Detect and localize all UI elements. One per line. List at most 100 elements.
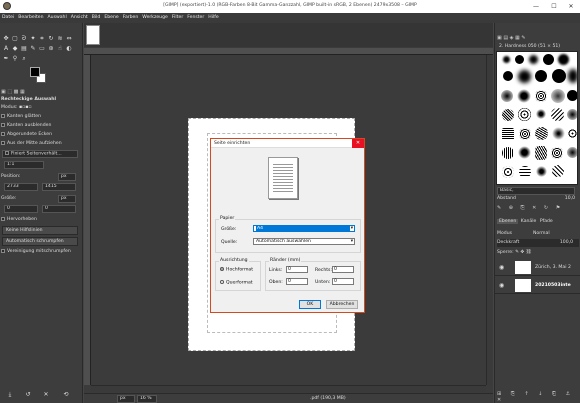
ok-button[interactable]: OK	[299, 300, 321, 309]
zoom-tool-icon[interactable]: ⌕	[20, 55, 28, 63]
menu-farben[interactable]: Farben	[121, 13, 141, 23]
horizontal-scrollbar[interactable]	[91, 385, 486, 392]
menu-hilfe[interactable]: Hilfe	[206, 13, 220, 23]
guides-select[interactable]: Keine Hilfslinien	[2, 226, 78, 235]
mode-icons[interactable]: ▪▫▪▫	[19, 105, 31, 110]
layer-row[interactable]: ◉ Zürich, 3. Mai 2	[495, 259, 580, 276]
restore-options-icon[interactable]: ↺	[24, 391, 32, 399]
right-margin-input[interactable]: 0	[332, 266, 354, 273]
flip-tool-icon[interactable]: ⇔	[65, 35, 73, 43]
tab-layers[interactable]: Ebenen	[497, 219, 519, 224]
eye-icon[interactable]: ◉	[499, 282, 504, 289]
reset-options-icon[interactable]: ⟲	[62, 391, 70, 399]
paper-source-value: Automatisch auswählen	[256, 239, 311, 244]
feather-checkbox[interactable]	[1, 122, 5, 127]
ratio-field[interactable]: 1:1	[4, 161, 44, 169]
menu-auswahl[interactable]: Auswahl	[46, 13, 69, 23]
brush-actions[interactable]: ✎ ⊕ ⎘ ✕ ↻ ⚑	[497, 205, 579, 212]
size-height-field[interactable]: 0	[42, 205, 76, 213]
brush-filter-field[interactable]: Basic,	[497, 187, 575, 195]
portrait-radio[interactable]	[220, 267, 224, 271]
dodge-tool-icon[interactable]: ◐	[65, 45, 73, 53]
color-picker-tool-icon[interactable]: ⚲	[11, 55, 19, 63]
dialog-close-icon[interactable]: ✕	[352, 139, 364, 148]
close-button[interactable]: ✕	[562, 0, 580, 13]
top-margin-input[interactable]: 0	[286, 278, 308, 285]
brush-grid[interactable]	[496, 51, 578, 185]
highlight-checkbox[interactable]	[1, 216, 5, 221]
shrink-merged-row[interactable]: Vereinigung mitschrumpfen	[1, 248, 81, 256]
menu-bearbeiten[interactable]: Bearbeiten	[16, 13, 45, 23]
landscape-option[interactable]: Querformat	[220, 280, 253, 286]
expand-center-row[interactable]: Aus der Mitte aufziehen	[1, 140, 81, 148]
antialias-checkbox[interactable]	[1, 113, 5, 118]
portrait-option[interactable]: Hochformat	[220, 267, 253, 273]
rect-select-tool-icon[interactable]: ▢	[11, 35, 19, 43]
position-y-field[interactable]: 1415	[42, 183, 76, 191]
vertical-scrollbar[interactable]	[486, 55, 492, 385]
layer-mode-value[interactable]: Normal	[533, 230, 550, 238]
eye-icon[interactable]: ◉	[499, 264, 504, 271]
gradient-tool-icon[interactable]: ▤	[20, 45, 28, 53]
spacing-row[interactable]: Abstand 10,0	[497, 196, 579, 203]
text-tool-icon[interactable]: A	[2, 45, 10, 53]
landscape-radio[interactable]	[220, 280, 224, 284]
warp-tool-icon[interactable]: ≋	[56, 35, 64, 43]
shrink-merged-label: Vereinigung mitschrumpfen	[7, 249, 71, 254]
menu-fenster[interactable]: Fenster	[185, 13, 206, 23]
bottom-margin-input[interactable]: 0	[332, 278, 354, 285]
menu-filter[interactable]: Filter	[170, 13, 185, 23]
menu-ansicht[interactable]: Ansicht	[69, 13, 90, 23]
image-tabs-bar	[84, 23, 493, 47]
size-width-field[interactable]: 0	[4, 205, 38, 213]
rounded-corners-row[interactable]: Abgerundete Ecken	[1, 131, 81, 139]
delete-options-icon[interactable]: ✕	[42, 391, 50, 399]
opacity-value[interactable]: 100,0	[560, 239, 573, 247]
smudge-tool-icon[interactable]: ☝	[56, 45, 64, 53]
source-label: Quelle:	[221, 240, 238, 245]
expand-center-checkbox[interactable]	[1, 140, 5, 145]
menu-datei[interactable]: Datei	[0, 13, 16, 23]
tab-paths[interactable]: Pfade	[539, 219, 554, 224]
tool-options-title: Rechteckige Auswahl	[1, 97, 57, 102]
menu-ebene[interactable]: Ebene	[102, 13, 120, 23]
shrink-merged-checkbox[interactable]	[1, 248, 5, 253]
crop-tool-icon[interactable]: ⌗	[38, 35, 46, 43]
maximize-button[interactable]: ☐	[545, 0, 563, 13]
auto-shrink-button[interactable]: Automatisch schrumpfen	[2, 237, 78, 246]
path-tool-icon[interactable]: ✒	[2, 55, 10, 63]
minimize-button[interactable]: —	[527, 0, 545, 13]
feather-row[interactable]: Kanten ausblenden	[1, 122, 81, 130]
image-thumbnail-tab[interactable]	[86, 25, 100, 45]
fuzzy-select-tool-icon[interactable]: ✦	[29, 35, 37, 43]
lasso-tool-icon[interactable]: ᘐ	[20, 35, 28, 43]
bucket-fill-tool-icon[interactable]: ◆	[11, 45, 19, 53]
highlight-row[interactable]: Hervorheben	[1, 216, 81, 224]
paper-size-select[interactable]: A4 ▾	[253, 225, 355, 232]
cancel-button[interactable]: Abbrechen	[326, 300, 358, 309]
move-tool-icon[interactable]: ✥	[2, 35, 10, 43]
layer-mode-row[interactable]: Modus Normal	[497, 230, 579, 238]
opacity-row[interactable]: Deckkraft 100,0	[497, 239, 579, 247]
rotate-tool-icon[interactable]: ↻	[47, 35, 55, 43]
paintbrush-tool-icon[interactable]: ✎	[29, 45, 37, 53]
eraser-tool-icon[interactable]: ▭	[38, 45, 46, 53]
save-options-icon[interactable]: ⤓	[6, 391, 14, 399]
menu-werkzeuge[interactable]: Werkzeuge	[140, 13, 170, 23]
rounded-corners-checkbox[interactable]	[1, 131, 5, 136]
position-x-field[interactable]: 2733	[4, 183, 38, 191]
unit-select[interactable]: px	[117, 395, 135, 403]
clone-tool-icon[interactable]: ⊛	[47, 45, 55, 53]
fixed-aspect-field[interactable]: Fixiert Seitenverhält...	[2, 150, 78, 158]
menu-bild[interactable]: Bild	[90, 13, 103, 23]
tab-channels[interactable]: Kanäle	[520, 219, 538, 224]
zoom-select[interactable]: 16 %	[137, 395, 157, 403]
antialias-row[interactable]: Kanten glätten	[1, 113, 81, 121]
layer-actions[interactable]: ⊞ ⎘ ↑ ↓ ⎗ ⚓ ✕	[497, 391, 579, 403]
left-margin-input[interactable]: 0	[286, 266, 308, 273]
paper-source-select[interactable]: Automatisch auswählen ▾	[253, 238, 355, 245]
lock-icons[interactable]: ✎ ✥ ⛓	[515, 250, 531, 255]
size-unit-select[interactable]: px	[58, 195, 76, 203]
layer-row[interactable]: ◉ 20210503inte	[495, 277, 580, 294]
position-unit-select[interactable]: px	[58, 173, 76, 181]
